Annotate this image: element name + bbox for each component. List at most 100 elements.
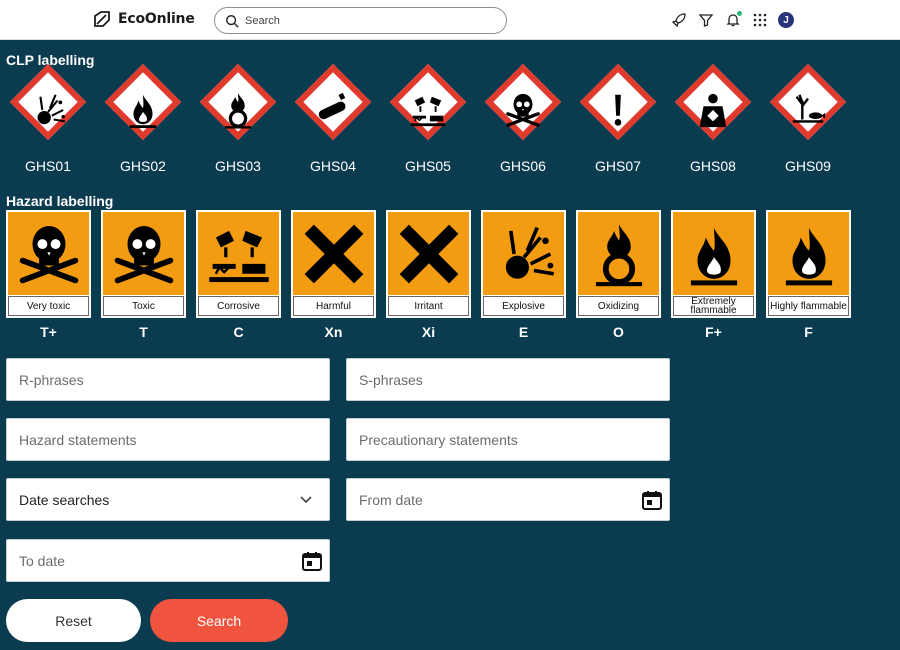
health-hazard-icon bbox=[699, 93, 727, 128]
hazard-pictogram-toxic[interactable]: Toxic T bbox=[101, 210, 186, 345]
hazard-pictogram-harmful[interactable]: Harmful Xn bbox=[291, 210, 376, 345]
ghs-pictogram-ghs03[interactable]: GHS03 bbox=[199, 63, 280, 182]
grid-icon bbox=[753, 13, 767, 27]
search-button[interactable]: Search bbox=[150, 599, 288, 642]
flame-icon bbox=[785, 227, 832, 285]
ghs-pictogram-ghs07[interactable]: GHS07 bbox=[579, 63, 660, 182]
hazard-pictogram-irritant[interactable]: Irritant Xi bbox=[386, 210, 471, 345]
rocket-button[interactable] bbox=[670, 11, 688, 29]
hazard-code: O bbox=[613, 324, 624, 340]
rocket-icon bbox=[671, 13, 686, 28]
filter-icon bbox=[698, 14, 714, 27]
ghs-symbol bbox=[10, 72, 86, 148]
hazard-symbol bbox=[673, 212, 754, 295]
ghs-code: GHS01 bbox=[25, 158, 71, 174]
flame-icon bbox=[690, 227, 737, 285]
cross-icon bbox=[399, 224, 458, 283]
hazard-section-title: Hazard labelling bbox=[6, 193, 114, 209]
notifications-button[interactable] bbox=[724, 11, 742, 29]
hazard-pictogram-very-toxic[interactable]: Very toxic T+ bbox=[6, 210, 91, 345]
ghs-symbol bbox=[580, 72, 656, 148]
precautionary-statements-input[interactable] bbox=[347, 419, 669, 460]
r-phrases-field[interactable] bbox=[6, 358, 330, 401]
ghs-code: GHS05 bbox=[405, 158, 451, 174]
ghs-pictogram-ghs08[interactable]: GHS08 bbox=[674, 63, 755, 182]
ghs-code: GHS08 bbox=[690, 158, 736, 174]
exploding-bomb-icon bbox=[37, 94, 66, 125]
hazard-label: Oxidizing bbox=[578, 296, 659, 316]
calendar-icon[interactable] bbox=[301, 550, 323, 572]
hazard-pictogram-oxidizing[interactable]: Oxidizing O bbox=[576, 210, 661, 345]
filter-button[interactable] bbox=[697, 11, 715, 29]
hazard-code: Xn bbox=[324, 324, 343, 340]
hazard-label: Highly flammable bbox=[768, 296, 849, 316]
corrosion-icon bbox=[410, 96, 446, 127]
ghs-pictogram-ghs09[interactable]: GHS09 bbox=[769, 63, 850, 182]
ghs-symbol bbox=[105, 72, 181, 148]
skull-crossbones-icon bbox=[506, 93, 540, 127]
hazard-code: T bbox=[139, 324, 148, 340]
hazard-statements-input[interactable] bbox=[7, 419, 329, 460]
to-date-input[interactable] bbox=[7, 540, 329, 581]
hazard-code: C bbox=[233, 324, 244, 340]
notification-dot bbox=[737, 11, 742, 16]
search-box[interactable] bbox=[214, 7, 507, 34]
app-name: EcoOnline bbox=[118, 11, 195, 27]
from-date-input[interactable] bbox=[347, 479, 669, 520]
ghs-code: GHS07 bbox=[595, 158, 641, 174]
apps-button[interactable] bbox=[751, 11, 769, 29]
ghs-pictogram-ghs01[interactable]: GHS01 bbox=[9, 63, 90, 182]
exclamation-icon bbox=[614, 94, 622, 126]
ghs-symbol bbox=[485, 72, 561, 148]
r-phrases-input[interactable] bbox=[7, 359, 329, 400]
corrosion-icon bbox=[208, 230, 269, 282]
hazard-code: F+ bbox=[705, 324, 722, 340]
hazard-code: T+ bbox=[40, 324, 57, 340]
to-date-field[interactable] bbox=[6, 539, 330, 582]
calendar-icon[interactable] bbox=[641, 489, 663, 511]
gas-cylinder-icon bbox=[318, 92, 346, 120]
ghs-code: GHS02 bbox=[120, 158, 166, 174]
environment-icon bbox=[792, 94, 826, 123]
ghs-pictogram-ghs06[interactable]: GHS06 bbox=[484, 63, 565, 182]
app-logo[interactable]: EcoOnline bbox=[92, 9, 195, 29]
avatar[interactable]: J bbox=[778, 12, 794, 28]
ghs-code: GHS06 bbox=[500, 158, 546, 174]
s-phrases-field[interactable] bbox=[346, 358, 670, 401]
hazard-symbol bbox=[388, 212, 469, 295]
ghs-code: GHS04 bbox=[310, 158, 356, 174]
hazard-symbol bbox=[8, 212, 89, 295]
precautionary-statements-field[interactable] bbox=[346, 418, 670, 461]
hazard-pictogram-explosive[interactable]: Explosive E bbox=[481, 210, 566, 345]
hazard-pictogram-highly-flammable[interactable]: Highly flammable F bbox=[766, 210, 851, 345]
skull-crossbones-icon bbox=[19, 225, 78, 283]
hazard-pictogram-corrosive[interactable]: Corrosive C bbox=[196, 210, 281, 345]
hazard-symbol bbox=[198, 212, 279, 295]
ghs-pictogram-ghs02[interactable]: GHS02 bbox=[104, 63, 185, 182]
date-searches-value: Date searches bbox=[19, 491, 110, 508]
reset-button[interactable]: Reset bbox=[6, 599, 141, 642]
ghs-code: GHS09 bbox=[785, 158, 831, 174]
hazard-label: Toxic bbox=[103, 296, 184, 316]
ghs-symbol bbox=[295, 72, 371, 148]
flame-icon bbox=[129, 94, 157, 129]
hazard-label: Harmful bbox=[293, 296, 374, 316]
ghs-symbol bbox=[675, 72, 751, 148]
search-icon bbox=[226, 14, 239, 28]
skull-crossbones-icon bbox=[114, 225, 173, 283]
search-input[interactable] bbox=[245, 14, 485, 27]
hazard-pictogram-extremely-flammable[interactable]: Extremely flammable F+ bbox=[671, 210, 756, 345]
s-phrases-input[interactable] bbox=[347, 359, 669, 400]
hazard-label: Irritant bbox=[388, 296, 469, 316]
hazard-label: Explosive bbox=[483, 296, 564, 316]
ecoonline-logo-icon bbox=[94, 11, 110, 27]
date-searches-select[interactable]: Date searches bbox=[6, 478, 330, 521]
flame-over-circle-icon bbox=[595, 223, 642, 286]
flame-over-circle-icon bbox=[224, 92, 252, 129]
cross-icon bbox=[304, 224, 363, 283]
ghs-symbol bbox=[200, 72, 276, 148]
from-date-field[interactable] bbox=[346, 478, 670, 521]
ghs-pictogram-ghs05[interactable]: GHS05 bbox=[389, 63, 470, 182]
ghs-pictogram-ghs04[interactable]: GHS04 bbox=[294, 63, 375, 182]
hazard-statements-field[interactable] bbox=[6, 418, 330, 461]
